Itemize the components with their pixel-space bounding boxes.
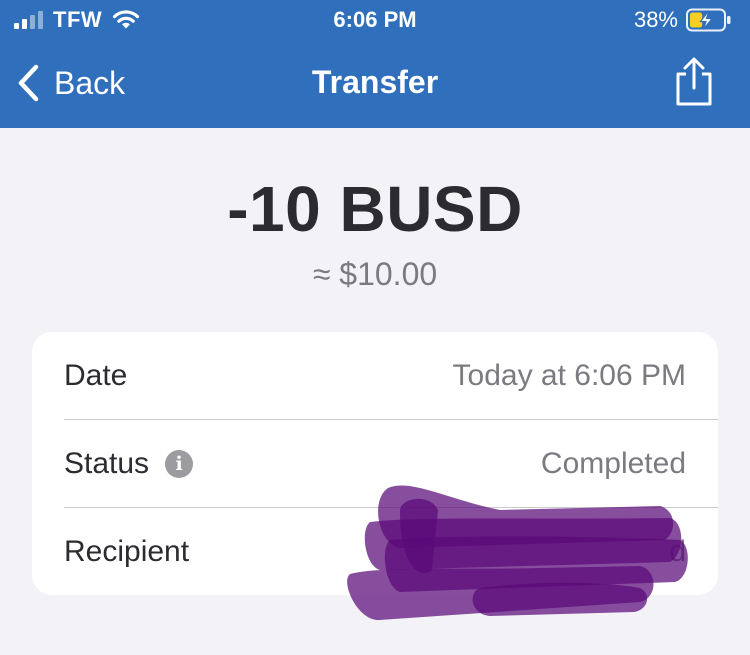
fiat-equivalent: ≈ $10.00 <box>312 256 438 292</box>
date-row: Date Today at 6:06 PM <box>64 332 718 420</box>
recipient-label: Recipient <box>64 534 190 568</box>
date-label: Date <box>64 358 128 392</box>
status-bar: TFW 6:06 PM 38% <box>0 0 750 40</box>
date-value: Today at 6:06 PM <box>452 358 686 392</box>
page-title: Transfer <box>311 64 439 100</box>
battery-charging-icon <box>686 8 731 32</box>
share-icon <box>676 57 712 106</box>
navigation-bar: Back Transfer <box>0 44 750 128</box>
details-card: Date Today at 6:06 PM Status i Completed… <box>32 332 718 595</box>
battery-percent: 38% <box>633 7 678 32</box>
recipient-value: d <box>669 534 686 568</box>
recipient-row[interactable]: Recipient d <box>64 508 718 595</box>
info-icon[interactable]: i <box>165 449 194 478</box>
top-bar: TFW 6:06 PM 38% Back Transfer <box>0 0 750 128</box>
transfer-amount: -10 BUSD <box>227 173 523 245</box>
status-label: Status <box>64 446 150 480</box>
share-button[interactable] <box>672 56 716 108</box>
status-right: 38% <box>634 7 732 33</box>
status-label-group: Status i <box>64 446 194 481</box>
status-value: Completed <box>540 446 686 480</box>
status-row: Status i Completed <box>64 420 718 508</box>
